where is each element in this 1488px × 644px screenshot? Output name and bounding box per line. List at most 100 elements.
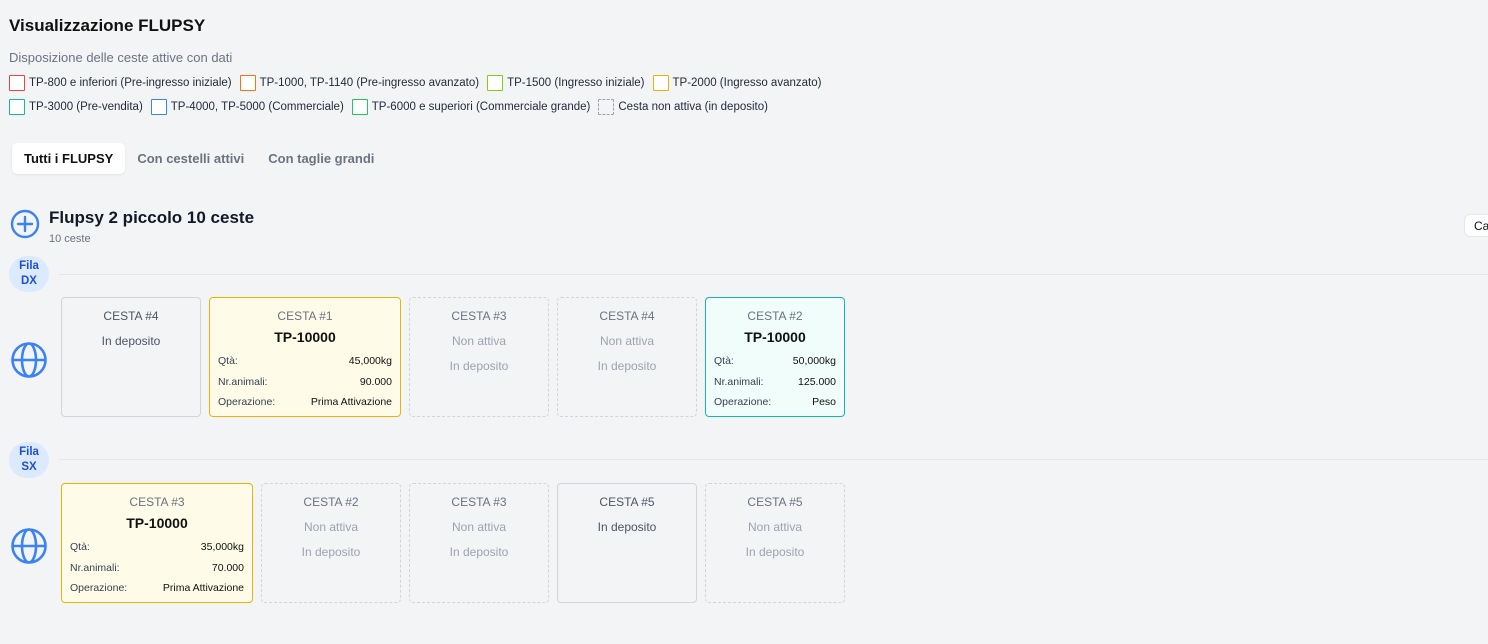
basket-card[interactable]: CESTA #2 TP-10000 Qtà: 50,000kg Nr.animal… [705,297,845,417]
legend-swatch [9,99,25,115]
legend-label: TP-1500 (Ingresso iniziale) [507,77,645,89]
legend-item: TP-3000 (Pre-vendita) [9,99,143,115]
basket-label: CESTA #3 [451,309,507,323]
basket-card[interactable]: CESTA #4 Non attiva In deposito [557,297,697,417]
legend-swatch [9,75,25,91]
qty-label: Qtà: [714,355,734,368]
legend-item: TP-4000, TP-5000 (Commerciale) [150,99,344,115]
row-badge-dx: Fila DX [9,256,49,292]
basket-label: CESTA #5 [747,495,803,509]
basket-location: In deposito [301,545,361,559]
page-title: Visualizzazione FLUPSY [9,16,206,35]
basket-label: CESTA #1 [277,309,333,323]
plus-circle-icon[interactable] [10,209,40,239]
basket-size: TP-10000 [126,515,188,531]
basket-card[interactable]: CESTA #1 TP-10000 Qtà: 45,000kg Nr.animal… [209,297,401,417]
animals-value: 70.000 [211,561,244,574]
basket-status: Non attiva [451,334,507,348]
operation-label: Operazione: [714,396,772,409]
animals-value: 125.000 [798,375,836,388]
legend-swatch [652,75,669,91]
basket-label: CESTA #2 [747,309,803,323]
basket-card[interactable]: CESTA #3 Non attiva In deposito [409,297,549,417]
basket-card[interactable]: CESTA #2 Non attiva In deposito [261,483,401,603]
legend-label: TP-3000 (Pre-vendita) [29,101,143,113]
basket-operation-row: Operazione: Prima Attivazione [70,578,244,599]
legend-label: TP-2000 (Ingresso avanzato) [672,77,822,89]
basket-animals-row: Nr.animali: 90.000 [218,372,392,393]
qty-label: Qtà: [70,541,90,554]
flupsy-action-button[interactable]: Ca [1464,214,1488,237]
filter-tabs: Tutti i FLUPSY Con cestelli attivi Con t… [9,140,390,177]
qty-value: 45,000kg [348,355,392,368]
flupsy-basket-count: 10 ceste [49,233,91,245]
legend-label: TP-800 e inferiori (Pre-ingresso inizial… [29,77,232,89]
basket-details: Qtà: 45,000kg Nr.animali: 90.000 Operazion… [210,351,400,413]
row-badge-label: Fila [19,260,39,272]
basket-location: In deposito [449,359,509,373]
basket-status: Non attiva [451,520,507,534]
animals-label: Nr.animali: [714,375,764,388]
legend-swatch [487,75,504,91]
basket-details: Qtà: 50,000kg Nr.animali: 125.000 Operazio… [706,351,844,413]
basket-card[interactable]: CESTA #3 Non attiva In deposito [409,483,549,603]
basket-status: Non attiva [747,520,803,534]
row-divider [59,274,1488,275]
basket-location: In deposito [745,545,805,559]
basket-qty-row: Qtà: 35,000kg [70,537,244,558]
animals-value: 90.000 [359,375,392,388]
flupsy-name: Flupsy 2 piccolo 10 ceste [49,208,255,227]
legend-item: TP-1000, TP-1140 (Pre-ingresso avanzato) [239,75,480,91]
basket-label: CESTA #2 [303,495,359,509]
basket-details: Qtà: 35,000kg Nr.animali: 70.000 Operazion… [62,537,252,599]
basket-card[interactable]: CESTA #5 In deposito [557,483,697,603]
legend-swatch [239,75,256,91]
basket-animals-row: Nr.animali: 70.000 [70,558,244,579]
basket-card[interactable]: CESTA #3 TP-10000 Qtà: 35,000kg Nr.animal… [61,483,253,603]
operation-label: Operazione: [218,396,276,409]
legend-label: TP-1000, TP-1140 (Pre-ingresso avanzato) [259,77,480,89]
operation-label: Operazione: [70,582,128,595]
basket-label: CESTA #4 [103,309,159,323]
basket-status: In deposito [101,334,161,348]
basket-location: In deposito [449,545,509,559]
qty-value: 35,000kg [200,541,244,554]
qty-label: Qtà: [218,355,238,368]
basket-label: CESTA #3 [451,495,507,509]
tab-all-flupsy[interactable]: Tutti i FLUPSY [12,143,126,174]
basket-operation-row: Operazione: Peso [714,392,836,413]
row-badge-label: Fila [19,446,39,458]
legend-swatch [351,99,368,115]
basket-status: Non attiva [599,334,655,348]
row-badge-sx: Fila SX [9,442,49,478]
basket-status: Non attiva [303,520,359,534]
page-subtitle: Disposizione delle ceste attive con dati [9,50,233,65]
legend-label: Cesta non attiva (in deposito) [618,101,768,113]
basket-card[interactable]: CESTA #5 Non attiva In deposito [705,483,845,603]
operation-value: Prima Attivazione [310,396,392,409]
row-badge-side: DX [21,275,37,287]
basket-operation-row: Operazione: Prima Attivazione [218,392,392,413]
tab-large-sizes[interactable]: Con taglie grandi [256,143,386,174]
row-divider [59,459,1488,460]
animals-label: Nr.animali: [70,561,120,574]
animals-label: Nr.animali: [218,375,268,388]
legend-item: TP-2000 (Ingresso avanzato) [652,75,822,91]
operation-value: Prima Attivazione [162,582,244,595]
globe-icon [11,528,47,564]
legend-item: Cesta non attiva (in deposito) [598,99,768,115]
basket-size: TP-10000 [274,329,336,345]
legend-item: TP-1500 (Ingresso iniziale) [487,75,645,91]
basket-status: In deposito [597,520,657,534]
legend-item: TP-800 e inferiori (Pre-ingresso inizial… [9,75,232,91]
legend-label: TP-4000, TP-5000 (Commerciale) [170,101,344,113]
legend-label: TP-6000 e superiori (Commerciale grande) [371,101,591,113]
basket-qty-row: Qtà: 50,000kg [714,351,836,372]
basket-label: CESTA #3 [129,495,185,509]
tab-active-baskets[interactable]: Con cestelli attivi [125,143,256,174]
legend-item: TP-6000 e superiori (Commerciale grande) [351,99,591,115]
row-badge-side: SX [21,461,37,473]
basket-card[interactable]: CESTA #4 In deposito [61,297,201,417]
legend-swatch [598,99,615,115]
basket-location: In deposito [597,359,657,373]
